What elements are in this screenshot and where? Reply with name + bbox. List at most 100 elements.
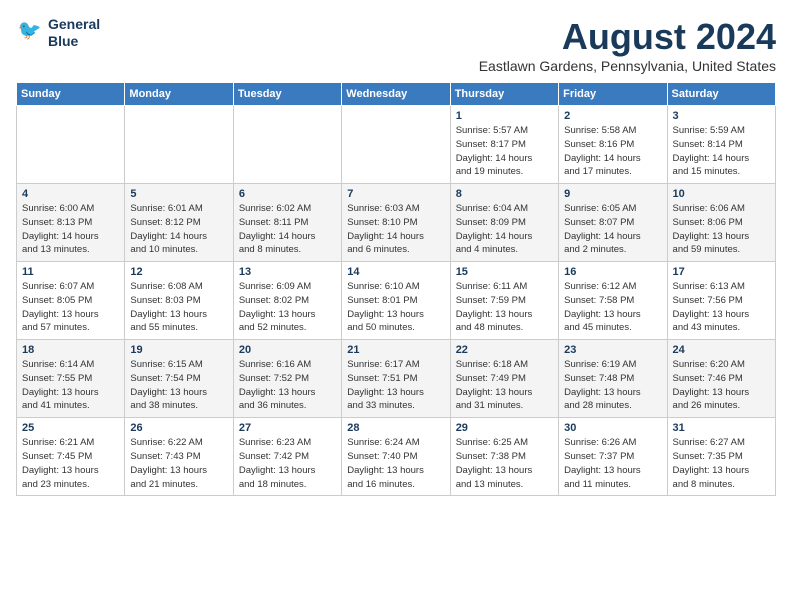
cell-day-number: 13 [239, 266, 336, 278]
cell-day-number: 4 [22, 188, 119, 200]
cell-info: Sunrise: 6:21 AM Sunset: 7:45 PM Dayligh… [22, 436, 119, 491]
cell-info: Sunrise: 6:04 AM Sunset: 8:09 PM Dayligh… [456, 202, 553, 257]
calendar-cell: 10 Sunrise: 6:06 AM Sunset: 8:06 PM Dayli… [667, 184, 775, 262]
cell-day-number: 19 [130, 344, 227, 356]
cell-day-number: 7 [347, 188, 444, 200]
calendar-cell: 25 Sunrise: 6:21 AM Sunset: 7:45 PM Dayli… [17, 418, 125, 496]
calendar-cell: 1 Sunrise: 5:57 AM Sunset: 8:17 PM Daylig… [450, 106, 558, 184]
cell-info: Sunrise: 5:59 AM Sunset: 8:14 PM Dayligh… [673, 124, 770, 179]
cell-day-number: 20 [239, 344, 336, 356]
cell-info: Sunrise: 6:06 AM Sunset: 8:06 PM Dayligh… [673, 202, 770, 257]
day-header-sunday: Sunday [17, 83, 125, 106]
calendar-cell: 12 Sunrise: 6:08 AM Sunset: 8:03 PM Dayli… [125, 262, 233, 340]
cell-day-number: 1 [456, 110, 553, 122]
cell-info: Sunrise: 6:22 AM Sunset: 7:43 PM Dayligh… [130, 436, 227, 491]
calendar-cell: 14Sunrise: 6:10 AM Sunset: 8:01 PM Dayli… [342, 262, 450, 340]
cell-day-number: 17 [673, 266, 770, 278]
calendar-cell: 2 Sunrise: 5:58 AM Sunset: 8:16 PM Daylig… [559, 106, 667, 184]
week-row-4: 18Sunrise: 6:14 AM Sunset: 7:55 PM Dayli… [17, 340, 776, 418]
cell-day-number: 27 [239, 422, 336, 434]
cell-info: Sunrise: 6:14 AM Sunset: 7:55 PM Dayligh… [22, 358, 119, 413]
cell-info: Sunrise: 6:00 AM Sunset: 8:13 PM Dayligh… [22, 202, 119, 257]
cell-info: Sunrise: 6:02 AM Sunset: 8:11 PM Dayligh… [239, 202, 336, 257]
calendar-cell [125, 106, 233, 184]
day-header-tuesday: Tuesday [233, 83, 341, 106]
cell-info: Sunrise: 6:25 AM Sunset: 7:38 PM Dayligh… [456, 436, 553, 491]
logo: 🐦 General Blue [16, 16, 100, 50]
calendar-cell: 16 Sunrise: 6:12 AM Sunset: 7:58 PM Dayli… [559, 262, 667, 340]
svg-text:🐦: 🐦 [18, 20, 42, 41]
cell-info: Sunrise: 5:57 AM Sunset: 8:17 PM Dayligh… [456, 124, 553, 179]
day-header-monday: Monday [125, 83, 233, 106]
calendar-cell: 20 Sunrise: 6:16 AM Sunset: 7:52 PM Dayli… [233, 340, 341, 418]
cell-day-number: 24 [673, 344, 770, 356]
cell-info: Sunrise: 6:15 AM Sunset: 7:54 PM Dayligh… [130, 358, 227, 413]
day-header-thursday: Thursday [450, 83, 558, 106]
cell-day-number: 9 [564, 188, 661, 200]
cell-info: Sunrise: 6:09 AM Sunset: 8:02 PM Dayligh… [239, 280, 336, 335]
day-header-friday: Friday [559, 83, 667, 106]
cell-info: Sunrise: 6:13 AM Sunset: 7:56 PM Dayligh… [673, 280, 770, 335]
calendar-cell [17, 106, 125, 184]
cell-day-number: 25 [22, 422, 119, 434]
logo-text: General Blue [48, 16, 100, 50]
calendar-cell: 5Sunrise: 6:01 AM Sunset: 8:12 PM Daylig… [125, 184, 233, 262]
logo-icon: 🐦 [16, 19, 44, 47]
calendar-cell: 3 Sunrise: 5:59 AM Sunset: 8:14 PM Daylig… [667, 106, 775, 184]
cell-info: Sunrise: 6:08 AM Sunset: 8:03 PM Dayligh… [130, 280, 227, 335]
cell-info: Sunrise: 6:26 AM Sunset: 7:37 PM Dayligh… [564, 436, 661, 491]
calendar-cell: 7 Sunrise: 6:03 AM Sunset: 8:10 PM Daylig… [342, 184, 450, 262]
cell-day-number: 23 [564, 344, 661, 356]
cell-day-number: 14 [347, 266, 444, 278]
cell-day-number: 2 [564, 110, 661, 122]
header: 🐦 General Blue August 2024 Eastlawn Gard… [16, 16, 776, 74]
cell-info: Sunrise: 6:17 AM Sunset: 7:51 PM Dayligh… [347, 358, 444, 413]
cell-info: Sunrise: 6:03 AM Sunset: 8:10 PM Dayligh… [347, 202, 444, 257]
cell-info: Sunrise: 5:58 AM Sunset: 8:16 PM Dayligh… [564, 124, 661, 179]
calendar-cell: 30 Sunrise: 6:26 AM Sunset: 7:37 PM Dayli… [559, 418, 667, 496]
cell-day-number: 16 [564, 266, 661, 278]
calendar-cell: 6 Sunrise: 6:02 AM Sunset: 8:11 PM Daylig… [233, 184, 341, 262]
week-row-1: 1 Sunrise: 5:57 AM Sunset: 8:17 PM Daylig… [17, 106, 776, 184]
calendar-cell: 11 Sunrise: 6:07 AM Sunset: 8:05 PM Dayli… [17, 262, 125, 340]
cell-day-number: 28 [347, 422, 444, 434]
cell-info: Sunrise: 6:18 AM Sunset: 7:49 PM Dayligh… [456, 358, 553, 413]
cell-day-number: 29 [456, 422, 553, 434]
cell-day-number: 31 [673, 422, 770, 434]
cell-day-number: 6 [239, 188, 336, 200]
cell-info: Sunrise: 6:27 AM Sunset: 7:35 PM Dayligh… [673, 436, 770, 491]
cell-info: Sunrise: 6:20 AM Sunset: 7:46 PM Dayligh… [673, 358, 770, 413]
cell-info: Sunrise: 6:23 AM Sunset: 7:42 PM Dayligh… [239, 436, 336, 491]
page-title: August 2024 [479, 16, 776, 58]
week-row-5: 25 Sunrise: 6:21 AM Sunset: 7:45 PM Dayli… [17, 418, 776, 496]
cell-day-number: 10 [673, 188, 770, 200]
cell-day-number: 3 [673, 110, 770, 122]
calendar-cell: 9 Sunrise: 6:05 AM Sunset: 8:07 PM Daylig… [559, 184, 667, 262]
cell-day-number: 26 [130, 422, 227, 434]
cell-day-number: 11 [22, 266, 119, 278]
day-header-saturday: Saturday [667, 83, 775, 106]
day-header-wednesday: Wednesday [342, 83, 450, 106]
calendar-cell: 19 Sunrise: 6:15 AM Sunset: 7:54 PM Dayli… [125, 340, 233, 418]
header-row: SundayMondayTuesdayWednesdayThursdayFrid… [17, 83, 776, 106]
cell-day-number: 30 [564, 422, 661, 434]
calendar-cell: 17 Sunrise: 6:13 AM Sunset: 7:56 PM Dayli… [667, 262, 775, 340]
calendar-cell: 23Sunrise: 6:19 AM Sunset: 7:48 PM Dayli… [559, 340, 667, 418]
calendar-cell [342, 106, 450, 184]
calendar-table: SundayMondayTuesdayWednesdayThursdayFrid… [16, 82, 776, 496]
cell-info: Sunrise: 6:12 AM Sunset: 7:58 PM Dayligh… [564, 280, 661, 335]
cell-info: Sunrise: 6:07 AM Sunset: 8:05 PM Dayligh… [22, 280, 119, 335]
week-row-2: 4 Sunrise: 6:00 AM Sunset: 8:13 PM Daylig… [17, 184, 776, 262]
cell-day-number: 12 [130, 266, 227, 278]
cell-day-number: 8 [456, 188, 553, 200]
calendar-cell: 8 Sunrise: 6:04 AM Sunset: 8:09 PM Daylig… [450, 184, 558, 262]
cell-info: Sunrise: 6:05 AM Sunset: 8:07 PM Dayligh… [564, 202, 661, 257]
calendar-cell: 22Sunrise: 6:18 AM Sunset: 7:49 PM Dayli… [450, 340, 558, 418]
cell-day-number: 21 [347, 344, 444, 356]
title-block: August 2024 Eastlawn Gardens, Pennsylvan… [479, 16, 776, 74]
cell-info: Sunrise: 6:16 AM Sunset: 7:52 PM Dayligh… [239, 358, 336, 413]
calendar-cell: 13 Sunrise: 6:09 AM Sunset: 8:02 PM Dayli… [233, 262, 341, 340]
week-row-3: 11 Sunrise: 6:07 AM Sunset: 8:05 PM Dayli… [17, 262, 776, 340]
calendar-cell: 21 Sunrise: 6:17 AM Sunset: 7:51 PM Dayli… [342, 340, 450, 418]
cell-day-number: 5 [130, 188, 227, 200]
